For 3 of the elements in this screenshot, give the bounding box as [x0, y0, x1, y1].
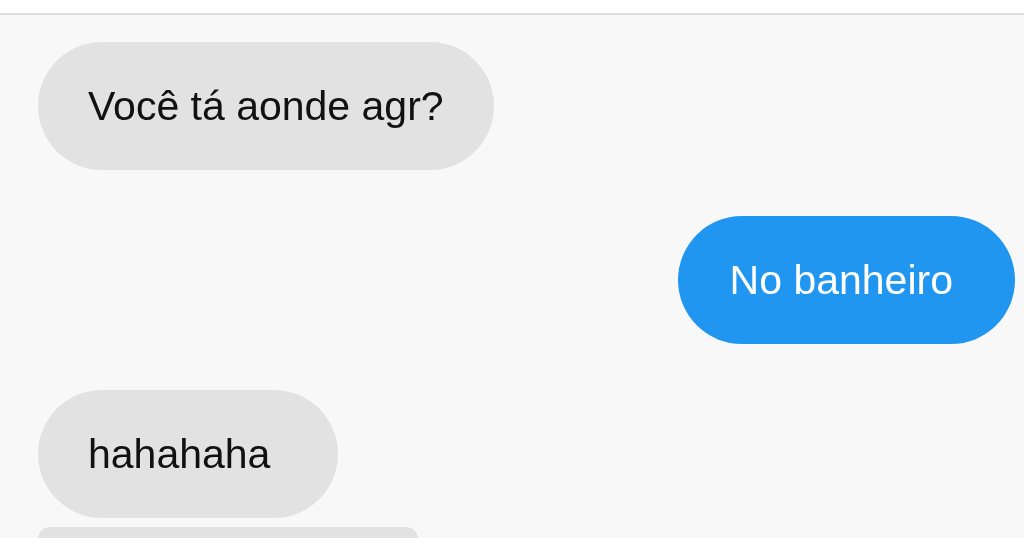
- received-message-bubble: hahahaha: [38, 390, 339, 518]
- received-message-bubble: Você tá aonde agr?: [38, 42, 494, 170]
- sent-message-bubble: No banheiro: [677, 216, 1015, 344]
